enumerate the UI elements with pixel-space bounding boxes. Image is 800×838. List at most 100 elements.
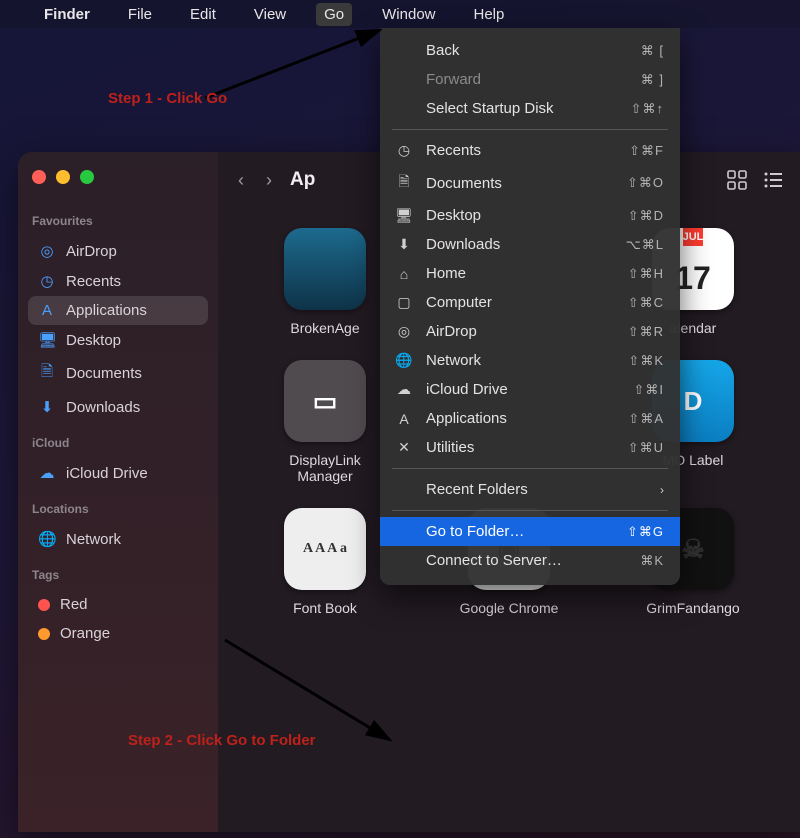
menu-item-label: Downloads bbox=[426, 236, 614, 253]
shortcut: ⇧⌘I bbox=[633, 382, 664, 398]
zoom-button[interactable] bbox=[80, 170, 94, 184]
go-menu-dropdown: Back⌘ [ Forward ⌘ ] Select Startup Disk ⇧⌘↑ ◷… bbox=[380, 28, 680, 585]
clock-icon: ◷ bbox=[394, 142, 414, 159]
menu-help[interactable]: Help bbox=[466, 3, 513, 26]
sidebar-item-label: Downloads bbox=[66, 399, 140, 416]
menu-item-downloads[interactable]: ⬇Downloads⌥⌘L bbox=[380, 230, 680, 259]
sidebar-item-label: Red bbox=[60, 596, 88, 613]
shortcut: ⇧⌘D bbox=[628, 208, 664, 224]
sidebar-header-icloud: iCloud bbox=[32, 436, 204, 450]
menu-edit[interactable]: Edit bbox=[182, 3, 224, 26]
arrow-step1-icon bbox=[205, 30, 385, 100]
app-icon: ▭ bbox=[284, 360, 366, 442]
sidebar-item-network[interactable]: 🌐 Network bbox=[28, 524, 208, 554]
menu-item-label: Desktop bbox=[426, 207, 616, 224]
menu-go[interactable]: Go bbox=[316, 3, 352, 26]
menu-item-label: AirDrop bbox=[426, 323, 616, 340]
computer-icon: ▢ bbox=[394, 294, 414, 311]
menu-item-computer[interactable]: ▢Computer⇧⌘C bbox=[380, 288, 680, 317]
doc-icon: 🗎 bbox=[38, 361, 56, 386]
download-icon: ⬇ bbox=[394, 236, 414, 253]
menu-item-label: Applications bbox=[426, 410, 616, 427]
shortcut: ⇧⌘O bbox=[627, 175, 664, 191]
menu-item-desktop[interactable]: 🖥 Desktop ⇧⌘D bbox=[380, 201, 680, 230]
menu-item-connect-to-server[interactable]: Connect to Server…⌘K bbox=[380, 546, 680, 575]
app-icon bbox=[284, 228, 366, 310]
sidebar-header-favourites: Favourites bbox=[32, 214, 204, 228]
icloud-icon: ☁ bbox=[394, 381, 414, 398]
menu-item-label: Recents bbox=[426, 142, 617, 159]
menu-view[interactable]: View bbox=[246, 3, 294, 26]
sidebar-item-red[interactable]: Red bbox=[28, 590, 208, 619]
menu-item-network[interactable]: 🌐Network⇧⌘K bbox=[380, 346, 680, 375]
desktop-icon: 🖥 bbox=[394, 207, 414, 224]
menu-item-label: Go to Folder… bbox=[426, 523, 615, 540]
menu-item-label: Recent Folders bbox=[426, 481, 648, 498]
window-title: Ap bbox=[290, 169, 315, 191]
shortcut: ⇧⌘U bbox=[628, 440, 664, 456]
clock-icon: ◷ bbox=[38, 272, 56, 290]
menubar-app-name[interactable]: Finder bbox=[36, 3, 98, 26]
sidebar-item-recents[interactable]: ◷Recents bbox=[28, 266, 208, 296]
shortcut: ⇧⌘H bbox=[628, 266, 664, 282]
sidebar-item-documents[interactable]: 🗎Documents bbox=[28, 355, 208, 392]
menu-item-label: Connect to Server… bbox=[426, 552, 628, 569]
window-controls bbox=[28, 164, 208, 200]
shortcut: ⇧⌘R bbox=[628, 324, 664, 340]
sidebar-item-label: Desktop bbox=[66, 332, 121, 349]
minimize-button[interactable] bbox=[56, 170, 70, 184]
menubar: Finder File Edit View Go Window Help bbox=[0, 0, 800, 28]
sidebar-header-tags: Tags bbox=[32, 568, 204, 582]
menu-item-documents[interactable]: 🗎Documents⇧⌘O bbox=[380, 165, 680, 201]
sidebar-item-airdrop[interactable]: ◎ AirDrop bbox=[28, 236, 208, 266]
menu-item-label: Utilities bbox=[426, 439, 616, 456]
apps-icon: A bbox=[38, 302, 56, 319]
sidebar-item-downloads[interactable]: ⬇ Downloads bbox=[28, 392, 208, 422]
menu-item-applications[interactable]: A Applications ⇧⌘A bbox=[380, 404, 680, 433]
menu-item-label: Forward bbox=[426, 71, 629, 88]
sidebar-item-label: AirDrop bbox=[66, 243, 117, 260]
airdrop-icon: ◎ bbox=[38, 242, 56, 260]
list-icon bbox=[763, 170, 783, 190]
menu-item-label: Select Startup Disk bbox=[426, 100, 619, 117]
sidebar-item-applications[interactable]: AApplications bbox=[28, 296, 208, 325]
sidebar-item-icloud-drive[interactable]: ☁iCloud Drive bbox=[28, 458, 208, 488]
menu-item-utilities[interactable]: ✕Utilities⇧⌘U bbox=[380, 433, 680, 462]
menu-item-go-to-folder[interactable]: Go to Folder…⇧⌘G bbox=[380, 517, 680, 546]
menu-item-label: Computer bbox=[426, 294, 616, 311]
menu-item-recent-folders[interactable]: Recent Folders› bbox=[380, 475, 680, 504]
menu-item-recents[interactable]: ◷ Recents ⇧⌘F bbox=[380, 136, 680, 165]
app-label: GrimFandango bbox=[646, 600, 739, 616]
icon-view-button[interactable] bbox=[726, 169, 748, 191]
network-icon: 🌐 bbox=[38, 530, 56, 548]
menu-window[interactable]: Window bbox=[374, 3, 443, 26]
annotation-step1: Step 1 - Click Go bbox=[108, 90, 227, 107]
icloud-icon: ☁ bbox=[38, 464, 56, 482]
shortcut: ⌘ ] bbox=[641, 72, 664, 88]
sidebar-item-desktop[interactable]: 🖥Desktop bbox=[28, 325, 208, 355]
shortcut: ⇧⌘F bbox=[629, 143, 664, 159]
tag-dot-icon bbox=[38, 599, 50, 611]
menu-file[interactable]: File bbox=[120, 3, 160, 26]
menu-item-icloud-drive[interactable]: ☁iCloud Drive⇧⌘I bbox=[380, 375, 680, 404]
menu-item-label: Documents bbox=[426, 175, 615, 192]
menu-item-airdrop[interactable]: ◎ AirDrop ⇧⌘R bbox=[380, 317, 680, 346]
download-icon: ⬇ bbox=[38, 398, 56, 416]
list-view-button[interactable] bbox=[762, 169, 784, 191]
menu-item-select-startup-disk[interactable]: Select Startup Disk ⇧⌘↑ bbox=[380, 94, 680, 123]
back-button[interactable]: ‹ bbox=[234, 166, 248, 195]
sidebar-header-locations: Locations bbox=[32, 502, 204, 516]
shortcut: ⌘ [ bbox=[641, 43, 664, 59]
sidebar-item-label: Network bbox=[66, 531, 121, 548]
app-label: BrokenAge bbox=[290, 320, 359, 336]
menu-item-label: Network bbox=[426, 352, 616, 369]
airdrop-icon: ◎ bbox=[394, 323, 414, 340]
sidebar-item-orange[interactable]: Orange bbox=[28, 619, 208, 648]
apps-icon: A bbox=[394, 411, 414, 427]
close-button[interactable] bbox=[32, 170, 46, 184]
menu-item-back[interactable]: Back⌘ [ bbox=[380, 36, 680, 65]
shortcut: ⇧⌘↑ bbox=[631, 101, 664, 117]
shortcut: ⇧⌘A bbox=[628, 411, 664, 427]
menu-item-home[interactable]: ⌂Home⇧⌘H bbox=[380, 259, 680, 288]
forward-button[interactable]: › bbox=[262, 166, 276, 195]
